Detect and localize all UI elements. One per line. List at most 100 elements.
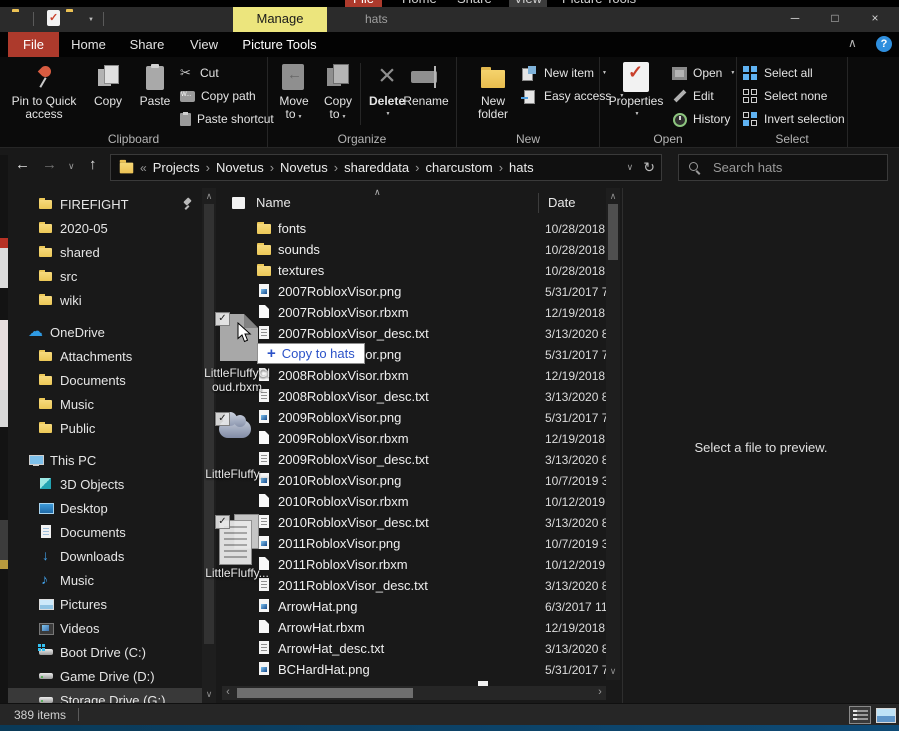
table-row[interactable]: ArrowHat_desc.txt 3/13/2020 8 bbox=[222, 638, 606, 659]
scroll-right-icon[interactable]: › bbox=[594, 686, 606, 700]
scroll-down-icon[interactable]: ∨ bbox=[202, 688, 216, 700]
cut-button[interactable]: Cut bbox=[180, 63, 219, 83]
scroll-up-icon[interactable]: ∧ bbox=[202, 190, 216, 202]
sidebar-item[interactable]: 2020-05 bbox=[8, 216, 202, 240]
paste-button[interactable]: Paste bbox=[132, 60, 178, 108]
edit-button[interactable]: Edit bbox=[672, 86, 714, 106]
table-row[interactable]: 2011RobloxVisor.png 10/7/2019 3 bbox=[222, 533, 606, 554]
breadcrumb-segment[interactable]: Projects bbox=[149, 160, 204, 175]
breadcrumb-segment[interactable]: Novetus bbox=[276, 160, 332, 175]
sidebar-item[interactable]: Game Drive (D:) bbox=[8, 664, 202, 688]
table-row[interactable]: 2009RobloxVisor.png 5/31/2017 7 bbox=[222, 407, 606, 428]
ribbon-tab[interactable]: Home bbox=[59, 32, 118, 57]
dropdown-caret-icon[interactable] bbox=[86, 16, 96, 24]
sidebar-item[interactable]: Attachments bbox=[8, 344, 202, 368]
sidebar-item[interactable]: Music bbox=[8, 392, 202, 416]
table-row[interactable]: 2010RobloxVisor.png 10/7/2019 3 bbox=[222, 470, 606, 491]
sidebar-item[interactable]: Pictures bbox=[8, 592, 202, 616]
sidebar-item[interactable]: wiki bbox=[8, 288, 202, 312]
scroll-up-icon[interactable]: ∧ bbox=[606, 190, 620, 202]
sidebar-item[interactable]: Boot Drive (C:) bbox=[8, 640, 202, 664]
sidebar-item[interactable]: Storage Drive (G:) bbox=[8, 688, 202, 703]
paste-shortcut-button[interactable]: Paste shortcut bbox=[180, 109, 274, 129]
sidebar-item[interactable]: Documents bbox=[8, 520, 202, 544]
select-all-button[interactable]: Select all bbox=[743, 63, 813, 83]
rename-button[interactable]: Rename bbox=[398, 60, 454, 108]
table-row[interactable]: BCHardHat.png 5/31/2017 7 bbox=[222, 659, 606, 680]
scrollbar-thumb[interactable] bbox=[237, 688, 413, 698]
invert-selection-button[interactable]: Invert selection bbox=[743, 109, 845, 129]
copy-to-button[interactable]: Copy to bbox=[316, 60, 360, 124]
breadcrumb-segment[interactable]: Novetus bbox=[212, 160, 268, 175]
select-none-button[interactable]: Select none bbox=[743, 86, 827, 106]
table-row[interactable]: ArrowHat.rbxm 12/19/2018 bbox=[222, 617, 606, 638]
move-to-button[interactable]: Move to bbox=[272, 60, 316, 124]
ribbon-tab[interactable]: File bbox=[8, 32, 59, 57]
sidebar-item[interactable]: Music bbox=[8, 568, 202, 592]
table-row[interactable]: 2009RobloxVisor_desc.txt 3/13/2020 8 bbox=[222, 449, 606, 470]
table-row[interactable]: 2007RobloxVisor.png 5/31/2017 7 bbox=[222, 281, 606, 302]
breadcrumb-segment[interactable]: hats bbox=[505, 160, 538, 175]
up-button[interactable]: ↑ bbox=[89, 156, 97, 173]
large-icons-view-button[interactable] bbox=[874, 706, 896, 724]
select-all-checkbox[interactable] bbox=[232, 197, 245, 209]
scroll-left-icon[interactable]: ‹ bbox=[222, 686, 234, 700]
refresh-icon[interactable]: ↻ bbox=[643, 159, 655, 176]
table-row[interactable]: 2009RobloxVisor.rbxm 12/19/2018 bbox=[222, 428, 606, 449]
sidebar-item[interactable]: shared bbox=[8, 240, 202, 264]
table-row[interactable]: textures 10/28/2018 bbox=[222, 260, 606, 281]
properties-button[interactable]: Properties bbox=[606, 60, 666, 121]
history-button[interactable]: History bbox=[672, 109, 730, 129]
scrollbar-thumb[interactable] bbox=[608, 204, 618, 260]
pin-to-quick-access-button[interactable]: Pin to Quick access bbox=[6, 60, 82, 121]
sidebar-item[interactable]: Desktop bbox=[8, 496, 202, 520]
column-header-name[interactable]: Name bbox=[256, 195, 291, 210]
copy-path-button[interactable]: Copy path bbox=[180, 86, 256, 106]
table-row[interactable]: fonts 10/28/2018 bbox=[222, 218, 606, 239]
scroll-down-icon[interactable]: ∨ bbox=[606, 665, 620, 677]
search-input[interactable]: Search hats bbox=[678, 154, 888, 181]
details-view-button[interactable] bbox=[849, 706, 871, 724]
ribbon-tab[interactable]: View bbox=[176, 32, 232, 57]
forward-button[interactable]: → bbox=[42, 156, 57, 173]
address-dropdown-icon[interactable]: ∨ bbox=[617, 162, 644, 173]
sidebar-item[interactable]: Documents bbox=[8, 368, 202, 392]
table-row[interactable]: 2008RobloxVisor.rbxm 12/19/2018 bbox=[222, 365, 606, 386]
sidebar-item[interactable]: Public bbox=[8, 416, 202, 440]
sidebar-item[interactable]: This PC bbox=[8, 448, 202, 472]
table-row[interactable]: 2010RobloxVisor_desc.txt 3/13/2020 8 bbox=[222, 512, 606, 533]
ribbon-tab[interactable]: Share bbox=[118, 32, 176, 57]
new-folder-button[interactable]: New folder bbox=[467, 60, 519, 121]
maximize-button[interactable]: □ bbox=[815, 7, 855, 32]
table-row[interactable]: 2007RobloxVisor.rbxm 12/19/2018 bbox=[222, 302, 606, 323]
recent-locations-chevron-icon[interactable]: ∨ bbox=[68, 161, 75, 172]
properties-icon[interactable] bbox=[47, 10, 60, 26]
column-separator[interactable] bbox=[538, 193, 539, 213]
minimize-button[interactable]: ─ bbox=[775, 7, 815, 32]
breadcrumb-segment[interactable]: charcustom bbox=[422, 160, 497, 175]
sidebar-item[interactable]: Downloads bbox=[8, 544, 202, 568]
copy-button[interactable]: Copy bbox=[86, 60, 130, 108]
open-button[interactable]: Open bbox=[672, 63, 735, 83]
breadcrumb-overflow-chevrons[interactable]: « bbox=[140, 161, 147, 175]
breadcrumb-segment[interactable]: shareddata bbox=[340, 160, 413, 175]
sidebar-item[interactable]: src bbox=[8, 264, 202, 288]
table-row[interactable]: ArrowHat.png 6/3/2017 11 bbox=[222, 596, 606, 617]
column-header-date[interactable]: Date bbox=[548, 195, 575, 210]
sidebar-item[interactable]: Videos bbox=[8, 616, 202, 640]
tab-manage[interactable]: Manage bbox=[233, 6, 327, 32]
table-row[interactable]: 2011RobloxVisor_desc.txt 3/13/2020 8 bbox=[222, 575, 606, 596]
sidebar-item[interactable]: 3D Objects bbox=[8, 472, 202, 496]
table-row[interactable]: 2007RobloxVisor_desc.txt 3/13/2020 8 bbox=[222, 323, 606, 344]
table-row[interactable]: sounds 10/28/2018 bbox=[222, 239, 606, 260]
file-list-vertical-scrollbar[interactable]: ∧ ∨ bbox=[606, 188, 620, 680]
new-item-button[interactable]: New item bbox=[521, 63, 607, 83]
sidebar-item[interactable]: OneDrive bbox=[8, 320, 202, 344]
help-icon[interactable]: ? bbox=[876, 36, 892, 52]
sidebar-scrollbar[interactable]: ∧ ∨ bbox=[202, 188, 216, 703]
table-row[interactable]: 2008RobloxVisor_desc.txt 3/13/2020 8 bbox=[222, 386, 606, 407]
file-list-horizontal-scrollbar[interactable]: ‹ › bbox=[222, 686, 606, 700]
table-row[interactable]: 2010RobloxVisor.rbxm 10/12/2019 bbox=[222, 491, 606, 512]
sidebar-item[interactable]: FIREFIGHT bbox=[8, 192, 202, 216]
ribbon-tab[interactable]: Picture Tools bbox=[232, 32, 327, 57]
